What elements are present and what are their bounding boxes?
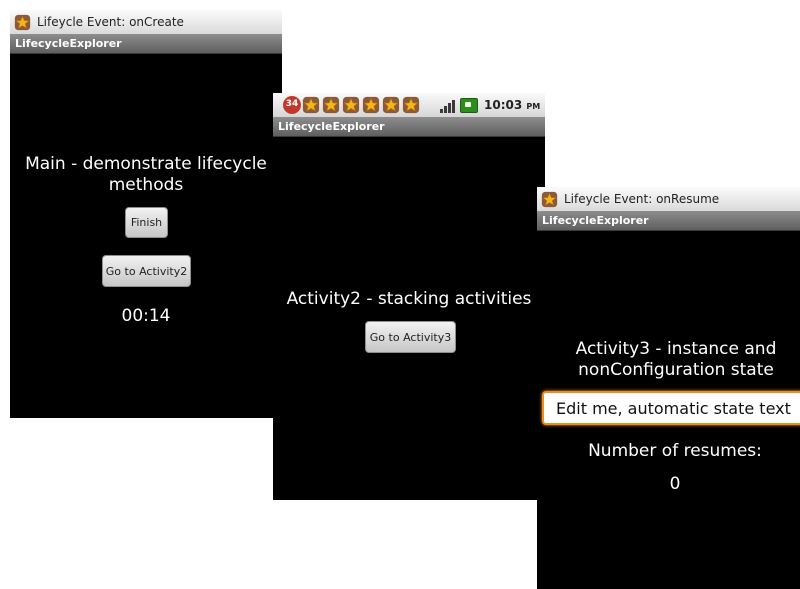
star-notification-icon — [402, 96, 420, 114]
app-title-bar: LifecycleExplorer — [10, 34, 282, 54]
go-to-activity2-button[interactable]: Go to Activity2 — [102, 255, 191, 287]
signal-icon — [440, 98, 456, 113]
resumes-label: Number of resumes: — [588, 441, 762, 461]
go-to-activity3-button[interactable]: Go to Activity3 — [365, 321, 456, 353]
star-notification-icon — [362, 96, 380, 114]
notification-count-badge: 34 — [283, 96, 301, 114]
notification-count: 34 — [285, 99, 299, 109]
star-notification-icon — [322, 96, 340, 114]
resumes-count: 0 — [669, 474, 681, 494]
star-notification-icon — [302, 96, 320, 114]
star-notification-icon — [382, 96, 400, 114]
star-notification-icon — [342, 96, 360, 114]
clock-ampm: PM — [526, 102, 541, 111]
star-notification-icon — [14, 14, 31, 30]
star-notification-icon — [541, 191, 558, 207]
status-clock: 10:03 PM — [484, 98, 540, 112]
notification-bar[interactable]: Lifeycle Event: onCreate — [10, 10, 282, 35]
activity3-screen: Lifeycle Event: onResume LifecycleExplor… — [537, 187, 800, 589]
notification-bar[interactable]: Lifeycle Event: onResume — [537, 187, 800, 212]
main-heading: Main - demonstrate lifecycle methods — [25, 154, 267, 195]
notification-text: Lifeycle Event: onCreate — [37, 15, 184, 29]
notification-icons — [302, 96, 422, 114]
app-title-bar: LifecycleExplorer — [537, 211, 800, 231]
activity3-heading: Activity3 - instance and nonConfiguratio… — [575, 339, 777, 380]
app-title-bar: LifecycleExplorer — [273, 117, 545, 137]
clock-time: 10:03 — [484, 98, 523, 112]
notification-text: Lifeycle Event: onResume — [564, 192, 720, 206]
activity2-heading: Activity2 - stacking activities — [286, 289, 532, 309]
main-activity-screen: Lifeycle Event: onCreate LifecycleExplor… — [10, 10, 282, 418]
elapsed-timer: 00:14 — [121, 306, 171, 326]
battery-icon — [460, 97, 478, 113]
state-text-input[interactable]: Edit me, automatic state text — [542, 391, 800, 425]
activity2-screen: 34 10:03 PM LifecycleExplorer Activity2 … — [273, 93, 545, 500]
finish-button[interactable]: Finish — [125, 207, 168, 238]
status-bar[interactable]: 34 10:03 PM — [273, 93, 545, 118]
